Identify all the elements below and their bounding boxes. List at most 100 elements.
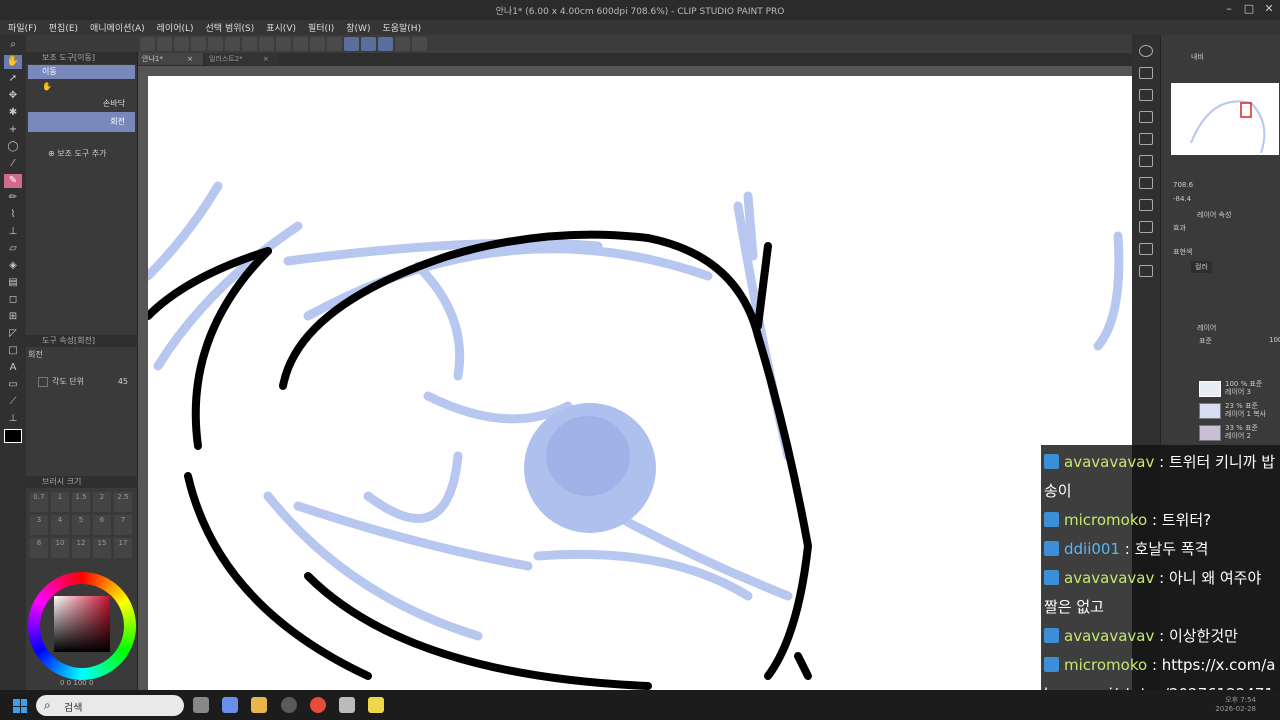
brush-size-0[interactable]: 0.7: [30, 492, 48, 512]
menu-window[interactable]: 창(W): [346, 21, 370, 34]
navigator-rotation[interactable]: -84.4: [1173, 195, 1191, 203]
menu-animation[interactable]: 애니메이션(A): [90, 21, 145, 34]
color-saturation-square[interactable]: [54, 596, 110, 652]
transform-icon[interactable]: [293, 37, 308, 51]
clear-icon[interactable]: [259, 37, 274, 51]
auto-select-icon[interactable]: ✱: [4, 106, 22, 120]
paint-app-icon[interactable]: [368, 697, 384, 713]
windows-start-icon[interactable]: [13, 699, 27, 713]
loading-icon[interactable]: [242, 37, 257, 51]
menu-help[interactable]: 도움말(H): [382, 21, 421, 34]
layer-search-icon[interactable]: [1139, 133, 1153, 145]
save-icon[interactable]: [191, 37, 206, 51]
menu-file[interactable]: 파일(F): [8, 21, 37, 34]
layer-opacity[interactable]: 100: [1269, 336, 1280, 344]
clip-studio-taskbar-icon[interactable]: [339, 697, 355, 713]
zoom-tool-icon[interactable]: ⌕: [4, 38, 22, 52]
move-tool-icon[interactable]: ✋: [4, 55, 22, 69]
animation-icon[interactable]: [1139, 155, 1153, 167]
sub-view-icon[interactable]: [1139, 89, 1153, 101]
obs-icon[interactable]: [281, 697, 297, 713]
file-explorer-icon[interactable]: [251, 697, 267, 713]
brush-size-1[interactable]: 1: [51, 492, 69, 512]
pencil-tool-icon[interactable]: ✏: [4, 191, 22, 205]
material-icon[interactable]: [1139, 67, 1153, 79]
open-icon[interactable]: [174, 37, 189, 51]
tab-illust2[interactable]: 일러스트2* ×: [204, 53, 279, 65]
brush-size-5[interactable]: 3: [30, 515, 48, 535]
gradient-icon[interactable]: ▤: [4, 276, 22, 290]
chrome-icon[interactable]: [310, 697, 326, 713]
stamp-icon[interactable]: ⊥: [4, 412, 22, 426]
deselect-icon[interactable]: [310, 37, 325, 51]
blend-mode-dropdown[interactable]: 표준: [1199, 336, 1212, 346]
figure-icon[interactable]: ◻: [4, 293, 22, 307]
angle-unit-value[interactable]: 45: [118, 377, 128, 386]
drawing-canvas[interactable]: [148, 76, 1132, 690]
item-bank-icon[interactable]: [1139, 221, 1153, 233]
undo-icon[interactable]: [208, 37, 223, 51]
fill-icon[interactable]: [276, 37, 291, 51]
layer-item-3[interactable]: 100 % 표준 레이어 3: [1197, 379, 1280, 399]
subtool-item-rotate[interactable]: 회전: [28, 112, 135, 132]
taskbar-clock[interactable]: 오후 7:54 2026-02-28: [1215, 696, 1256, 714]
expression-dropdown[interactable]: 컬러: [1191, 261, 1212, 273]
redo-icon[interactable]: [225, 37, 240, 51]
main-color-swatch[interactable]: [4, 429, 22, 443]
brush-size-7[interactable]: 5: [72, 515, 90, 535]
brush-tool-icon[interactable]: ⌇: [4, 208, 22, 222]
color-wheel[interactable]: [28, 572, 136, 680]
intermediate-color-icon[interactable]: [1139, 265, 1153, 277]
add-subtool-button[interactable]: ⊕ 보조 도구 추가: [26, 148, 137, 159]
close-panel-icon[interactable]: [1139, 111, 1153, 123]
eraser-icon[interactable]: ▱: [4, 242, 22, 256]
menu-filter[interactable]: 필터(I): [308, 21, 334, 34]
brush-size-14[interactable]: 17: [114, 538, 132, 558]
brush-size-12[interactable]: 12: [72, 538, 90, 558]
subtool-group[interactable]: 이동: [28, 65, 135, 79]
balloon-icon[interactable]: ▭: [4, 378, 22, 392]
frame-icon[interactable]: ⊞: [4, 310, 22, 324]
task-view-icon[interactable]: [193, 697, 209, 713]
brush-size-3[interactable]: 2: [93, 492, 111, 512]
menu-layer[interactable]: 레이어(L): [157, 21, 194, 34]
selection-icon[interactable]: +: [4, 123, 22, 137]
taskbar-search[interactable]: ⌕ 검색: [36, 695, 184, 716]
close-button[interactable]: ✕: [1262, 2, 1276, 16]
shape-icon[interactable]: □: [4, 344, 22, 358]
ruler-icon[interactable]: ◸: [4, 327, 22, 341]
new-file-icon[interactable]: [157, 37, 172, 51]
brush-size-9[interactable]: 7: [114, 515, 132, 535]
menu-view[interactable]: 표시(V): [266, 21, 296, 34]
tab-anna1-close[interactable]: ×: [187, 55, 193, 63]
text-tool-icon[interactable]: A: [4, 361, 22, 375]
brush-size-4[interactable]: 2.5: [114, 492, 132, 512]
clip-studio-icon[interactable]: [140, 37, 155, 51]
search-icon[interactable]: [1139, 45, 1153, 57]
lasso-icon[interactable]: ◯: [4, 140, 22, 154]
settings-icon[interactable]: [395, 37, 410, 51]
fill-tool-icon[interactable]: ◈: [4, 259, 22, 273]
brush-size-8[interactable]: 6: [93, 515, 111, 535]
snap-special-ruler-icon[interactable]: [361, 37, 376, 51]
maximize-button[interactable]: □: [1242, 2, 1256, 16]
correct-line-icon[interactable]: ⟋: [4, 395, 22, 409]
navigator-zoom[interactable]: 708.6: [1173, 181, 1193, 189]
airbrush-icon[interactable]: ⊥: [4, 225, 22, 239]
minimize-button[interactable]: –: [1222, 2, 1236, 16]
copilot-icon[interactable]: [222, 697, 238, 713]
history-icon[interactable]: [1139, 177, 1153, 189]
brush-size-13[interactable]: 15: [93, 538, 111, 558]
pen-tool-icon[interactable]: ✎: [4, 174, 22, 188]
brush-size-6[interactable]: 4: [51, 515, 69, 535]
layer-item-1-copy[interactable]: 23 % 표준 레이어 1 복사: [1197, 401, 1280, 421]
angle-unit-checkbox[interactable]: [38, 376, 48, 387]
auto-action-icon[interactable]: [1139, 199, 1153, 211]
snap-grid-icon[interactable]: [378, 37, 393, 51]
layer-item-2[interactable]: 33 % 표준 레이어 2: [1197, 423, 1280, 443]
brush-size-11[interactable]: 10: [51, 538, 69, 558]
invert-selection-icon[interactable]: [327, 37, 342, 51]
operation-tool-icon[interactable]: ➚: [4, 72, 22, 86]
eyedropper-icon[interactable]: ⁄: [4, 157, 22, 171]
tab-illust2-close[interactable]: ×: [263, 55, 269, 63]
